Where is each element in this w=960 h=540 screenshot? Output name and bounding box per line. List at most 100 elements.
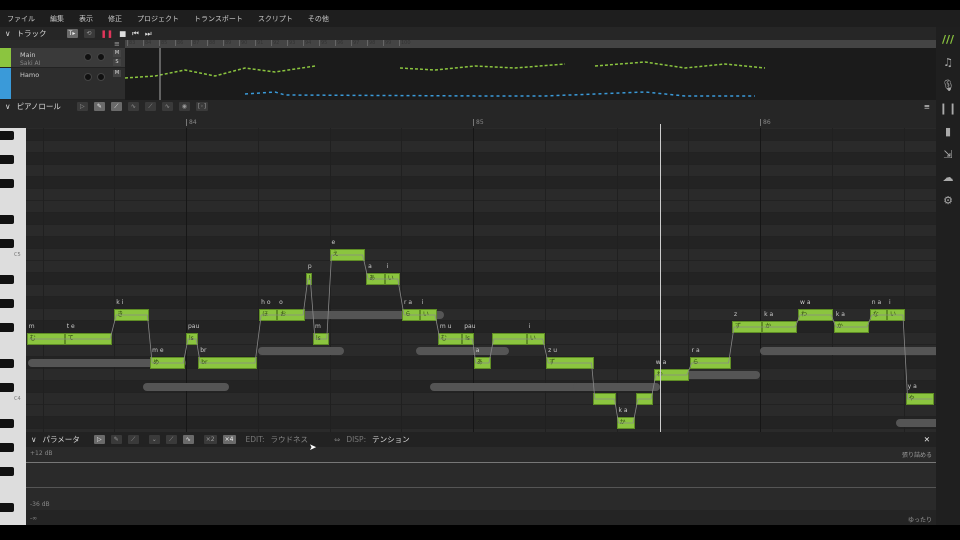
black-key[interactable] xyxy=(0,238,14,248)
note[interactable] xyxy=(491,333,527,345)
black-key[interactable] xyxy=(0,274,14,284)
waveform-button[interactable]: ◉ xyxy=(178,101,190,111)
black-key[interactable] xyxy=(0,214,14,224)
pitch-tool-button[interactable]: ⟋ xyxy=(110,101,122,111)
track-ruler[interactable]: 83 84 85 86 87 88 89 90 91 92 93 94 95 96 97 98 99 100 xyxy=(125,40,936,48)
export-icon[interactable]: ⇲ xyxy=(943,148,952,161)
track-main[interactable]: Main Saki AI M S xyxy=(0,48,125,68)
note[interactable]: わ xyxy=(798,309,834,321)
menu-item[interactable]: 表示 xyxy=(79,14,93,24)
note[interactable]: ls xyxy=(462,333,475,345)
cloud-icon[interactable]: ☁ xyxy=(943,171,954,184)
x2-button[interactable]: ×2 xyxy=(203,435,217,444)
track-menu-icon[interactable]: ≡ xyxy=(114,40,120,48)
note[interactable]: ら xyxy=(401,309,420,321)
disp-parameter-select[interactable]: テンション xyxy=(372,434,410,445)
note[interactable]: あ xyxy=(473,357,491,369)
book-icon[interactable]: ▮ xyxy=(945,125,951,138)
black-key[interactable] xyxy=(0,322,14,332)
pointer-tool-button[interactable]: ▷ xyxy=(76,101,88,111)
note[interactable]: い xyxy=(419,309,438,321)
stop-button[interactable]: ■ xyxy=(119,29,126,38)
black-key[interactable] xyxy=(0,130,14,140)
menu-item[interactable]: その他 xyxy=(308,14,329,24)
tension-curve[interactable] xyxy=(26,487,936,488)
note[interactable]: か xyxy=(616,417,636,429)
piano-keyboard[interactable]: C5 C4 xyxy=(0,128,26,525)
parameter-panel[interactable]: +12 dB 張り詰める -36 dB -∞ ゆったり xyxy=(26,447,936,525)
note[interactable]: や xyxy=(905,393,935,405)
close-parameter-button[interactable]: ✕ xyxy=(924,435,930,444)
note[interactable]: か xyxy=(833,321,870,333)
vibrato-tool-button[interactable]: ∿ xyxy=(127,101,139,111)
forward-button[interactable]: ⏭ xyxy=(145,29,152,39)
rewind-button[interactable]: ⏮ xyxy=(132,29,139,39)
note[interactable]: ls xyxy=(186,333,199,345)
line-button[interactable]: ⟋ xyxy=(127,435,139,444)
pan-knob[interactable] xyxy=(97,73,105,81)
note[interactable]: ず xyxy=(732,321,763,333)
black-key[interactable] xyxy=(0,382,14,392)
note[interactable]: い xyxy=(384,273,400,285)
menu-item[interactable]: 修正 xyxy=(108,14,122,24)
note[interactable]: え xyxy=(329,249,365,261)
wave-button[interactable]: ∿ xyxy=(182,435,194,444)
wave-button[interactable]: ∿ xyxy=(161,101,173,111)
menu-item[interactable]: トランスポート xyxy=(194,14,243,24)
pause-button[interactable]: ❚❚ xyxy=(101,29,114,38)
black-key[interactable] xyxy=(0,154,14,164)
black-key[interactable] xyxy=(0,442,14,452)
note[interactable]: ら xyxy=(689,357,731,369)
note[interactable]: ず xyxy=(546,357,594,369)
menu-item[interactable]: スクリプト xyxy=(258,14,293,24)
settings-gear-icon[interactable]: ⚙ xyxy=(943,194,953,207)
loop-button[interactable]: ⟲ xyxy=(83,29,95,38)
black-key[interactable] xyxy=(0,298,14,308)
note[interactable]: br xyxy=(198,357,258,369)
menu-item[interactable]: プロジェクト xyxy=(137,14,179,24)
note-grid[interactable]: むmてt eきk iめm elspaubrbrほh oおolsplsmえeあaい… xyxy=(26,128,936,432)
swap-icon[interactable]: ⇔ xyxy=(334,435,340,444)
select-tool-button[interactable]: T▸ xyxy=(66,29,78,38)
loudness-curve[interactable] xyxy=(26,462,936,463)
menu-item[interactable]: 編集 xyxy=(50,14,64,24)
note[interactable]: い xyxy=(526,333,545,345)
solo-button[interactable]: S xyxy=(113,59,121,66)
note-properties-icon[interactable]: ♫ xyxy=(943,56,953,69)
note[interactable]: い xyxy=(886,309,905,321)
snap-button[interactable]: [◦] xyxy=(195,101,209,111)
volume-knob[interactable] xyxy=(84,73,92,81)
note[interactable] xyxy=(635,393,654,405)
black-key[interactable] xyxy=(0,502,14,512)
note[interactable]: ほ xyxy=(259,309,278,321)
note[interactable]: ls xyxy=(305,273,313,285)
track-arrangement[interactable] xyxy=(125,48,936,100)
library-icon[interactable]: ❙❙ xyxy=(939,102,957,115)
curve-button[interactable]: ⟋ xyxy=(165,435,177,444)
black-key[interactable] xyxy=(0,418,14,428)
pen-tool-button[interactable]: ✎ xyxy=(93,101,105,111)
note[interactable]: む xyxy=(26,333,65,345)
edit-parameter-select[interactable]: ラウドネス xyxy=(271,434,309,445)
collapse-chevron-icon[interactable]: ∨ xyxy=(31,435,37,444)
voice-mic-icon[interactable]: 🎙 xyxy=(941,79,955,92)
mute-button[interactable]: M xyxy=(113,50,121,57)
note[interactable]: て xyxy=(64,333,113,345)
pianoroll-menu-icon[interactable]: ≡ xyxy=(924,102,930,111)
volume-knob[interactable] xyxy=(84,53,92,61)
select-button[interactable]: ▷ xyxy=(93,435,105,444)
note[interactable]: お xyxy=(277,309,306,321)
note[interactable]: な xyxy=(869,309,887,321)
note[interactable]: あ xyxy=(366,273,385,285)
black-key[interactable] xyxy=(0,466,14,476)
note[interactable]: き xyxy=(114,309,150,321)
black-key[interactable] xyxy=(0,178,14,188)
x4-button[interactable]: ×4 xyxy=(222,435,236,444)
menu-item[interactable]: ファイル xyxy=(7,14,35,24)
black-key[interactable] xyxy=(0,358,14,368)
collapse-chevron-icon[interactable]: ∨ xyxy=(5,29,11,38)
note[interactable] xyxy=(592,393,617,405)
track-hamo[interactable]: Hamo M xyxy=(0,68,125,100)
curve-button[interactable]: ⟋ xyxy=(144,101,156,111)
pen-button[interactable]: ✎ xyxy=(110,435,122,444)
